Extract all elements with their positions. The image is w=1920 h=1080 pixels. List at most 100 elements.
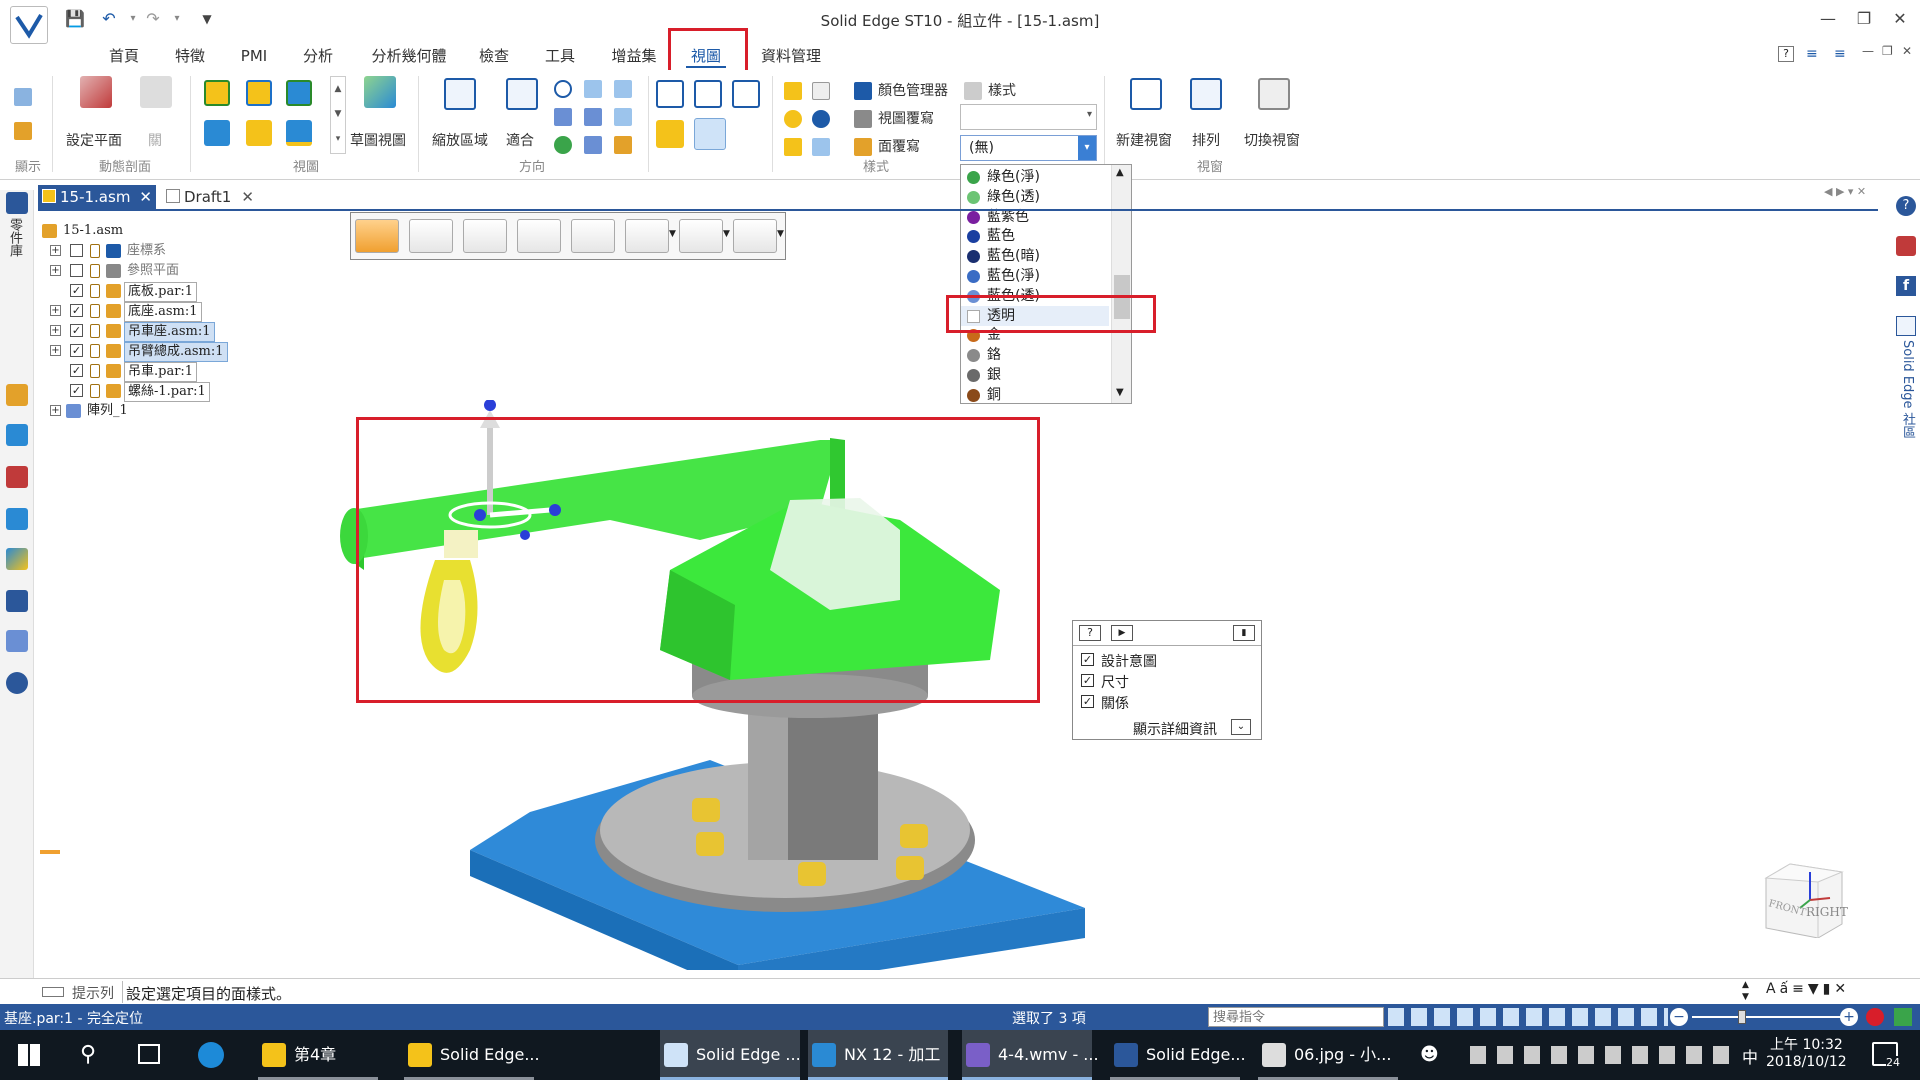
tree-item[interactable]: 15-1.asm: [40, 222, 280, 240]
close-section-icon[interactable]: [140, 76, 172, 108]
close-button[interactable]: ✕: [1886, 8, 1914, 30]
tree-item[interactable]: + 參照平面: [40, 262, 280, 280]
view-cube[interactable]: FRONT RIGHT: [1760, 858, 1850, 939]
dropdown-item[interactable]: 綠色(淨): [961, 167, 1109, 187]
tab-nav-icon[interactable]: ◀ ▶ ▾ ✕: [1824, 185, 1866, 198]
dropdown-item[interactable]: 藍色: [961, 226, 1109, 246]
face-style-select[interactable]: (無) ▾: [960, 135, 1097, 161]
doc-close-icon[interactable]: ✕: [1902, 44, 1912, 58]
design-intent-checkbox[interactable]: ✓: [1081, 653, 1094, 666]
tree-item[interactable]: + ✓ 吊臂總成.asm:1: [40, 342, 280, 362]
parts-library-icon[interactable]: [6, 192, 28, 214]
dropdown-item[interactable]: 藍色(暗): [961, 246, 1109, 266]
new-window-label[interactable]: 新建視窗: [1116, 130, 1172, 150]
zoom-area-label[interactable]: 縮放區域: [432, 130, 488, 150]
people-icon[interactable]: ☻: [1420, 1044, 1439, 1065]
clock-time[interactable]: 上午 10:32: [1770, 1034, 1843, 1054]
sensors-icon[interactable]: [6, 466, 28, 488]
taskbar-app[interactable]: 06.jpg - 小...: [1258, 1030, 1398, 1080]
style-label[interactable]: 樣式: [988, 80, 1016, 100]
close-icon[interactable]: ✕: [241, 185, 254, 209]
options-button[interactable]: [733, 219, 777, 253]
close-label[interactable]: 關: [148, 130, 162, 150]
properties-icon[interactable]: [6, 590, 28, 612]
zoom-slider[interactable]: [1692, 1016, 1842, 1018]
expand-icon[interactable]: +: [50, 325, 61, 336]
minimize-button[interactable]: —: [1814, 8, 1842, 30]
common-views-icon[interactable]: [584, 136, 602, 154]
view-cube-right-icon[interactable]: [286, 80, 312, 106]
search-icon[interactable]: ⚲: [80, 1042, 96, 1067]
look-at-icon[interactable]: [614, 136, 632, 154]
view-cube-back-icon[interactable]: [286, 120, 312, 146]
paint-button[interactable]: [517, 219, 561, 253]
filter-button[interactable]: [679, 219, 723, 253]
display-toggle-icon[interactable]: [14, 122, 32, 140]
section-plane-label[interactable]: 設定平面: [66, 130, 122, 150]
taskbar-app[interactable]: Solid Edge...: [1110, 1030, 1246, 1080]
visible-edges-icon[interactable]: [694, 80, 722, 108]
display-mode-icon[interactable]: [784, 82, 802, 100]
tray-icons[interactable]: [1470, 1046, 1740, 1064]
zoom-slider-thumb[interactable]: [1738, 1010, 1746, 1024]
relations-checkbox[interactable]: ✓: [1081, 695, 1094, 708]
prompt-tools-icon[interactable]: Aấ≡▼▮✕: [1766, 981, 1850, 997]
taskbar-app[interactable]: NX 12 - 加工: [808, 1030, 948, 1080]
taskbar-app[interactable]: 4-4.wmv - ...: [962, 1030, 1099, 1080]
dimensions-checkbox[interactable]: ✓: [1081, 674, 1094, 687]
face-override-label[interactable]: 面覆寫: [878, 136, 920, 156]
zoom-icon[interactable]: [554, 80, 572, 98]
expand-icon[interactable]: +: [50, 305, 61, 316]
zoom-in-icon[interactable]: +: [1840, 1008, 1858, 1026]
pan-icon[interactable]: [584, 80, 602, 98]
shaded-icon[interactable]: [656, 120, 684, 148]
options-dropdown-icon[interactable]: ▼: [777, 229, 784, 239]
help-icon[interactable]: ?: [1778, 46, 1794, 62]
ime-indicator[interactable]: 中: [1742, 1044, 1758, 1068]
features-icon[interactable]: [6, 630, 28, 652]
fit-icon[interactable]: [506, 78, 538, 110]
settings-icon[interactable]: [6, 672, 28, 694]
doc-restore-icon[interactable]: ❐: [1882, 44, 1893, 58]
tree-item[interactable]: ✓ 螺絲-1.par:1: [40, 382, 280, 402]
orbit-icon[interactable]: [614, 108, 632, 126]
rotate-icon[interactable]: [614, 80, 632, 98]
close-icon[interactable]: ✕: [139, 185, 152, 209]
hidden-edges-icon[interactable]: [732, 80, 760, 108]
expand-icon[interactable]: +: [50, 265, 61, 276]
dropdown-item[interactable]: 藍色(淨): [961, 266, 1109, 286]
filter-dropdown-icon[interactable]: ▼: [723, 229, 730, 239]
view-cube-top-icon[interactable]: [246, 80, 272, 106]
expand-icon[interactable]: ⌄: [1231, 719, 1251, 735]
zoom-area-icon[interactable]: [444, 78, 476, 110]
update-icon[interactable]: [1894, 1008, 1912, 1026]
taskbar-app[interactable]: 第4章: [258, 1030, 378, 1080]
ribbon-options2-icon[interactable]: ≡: [1834, 46, 1846, 62]
section-plane-icon[interactable]: [80, 76, 112, 108]
list-button[interactable]: [571, 219, 615, 253]
reflection-icon[interactable]: [784, 138, 802, 156]
tree-item[interactable]: + 座標系: [40, 242, 280, 260]
switch-window-label[interactable]: 切換視窗: [1244, 130, 1300, 150]
shaded-edges-icon[interactable]: [694, 118, 726, 150]
tree-item[interactable]: ✓ 底板.par:1: [40, 282, 280, 302]
arrange-label[interactable]: 排列: [1192, 130, 1220, 150]
youtube-icon[interactable]: [1896, 236, 1916, 256]
edge-icon[interactable]: [198, 1042, 224, 1068]
visibility-checkbox[interactable]: ✓: [70, 384, 83, 397]
parts-library-label[interactable]: 零件庫: [7, 218, 24, 257]
community-icon[interactable]: [1896, 316, 1916, 336]
fit-label[interactable]: 適合: [506, 130, 534, 150]
texture-icon[interactable]: [812, 138, 830, 156]
colors-icon[interactable]: [6, 548, 28, 570]
shadow-icon[interactable]: [784, 110, 802, 128]
style-icon[interactable]: [964, 82, 982, 100]
tab-analysis[interactable]: 分析: [298, 44, 338, 68]
spin-icon[interactable]: [584, 108, 602, 126]
doc-tab-draft[interactable]: Draft1 ✕: [162, 185, 258, 209]
tab-pmi[interactable]: PMI: [234, 44, 274, 68]
community-label[interactable]: Solid Edge 社區: [1898, 340, 1917, 439]
ribbon-options-icon[interactable]: ≡: [1806, 46, 1818, 62]
pin-icon[interactable]: ▮: [1233, 625, 1255, 641]
taskbar-app[interactable]: Solid Edge...: [404, 1030, 540, 1080]
